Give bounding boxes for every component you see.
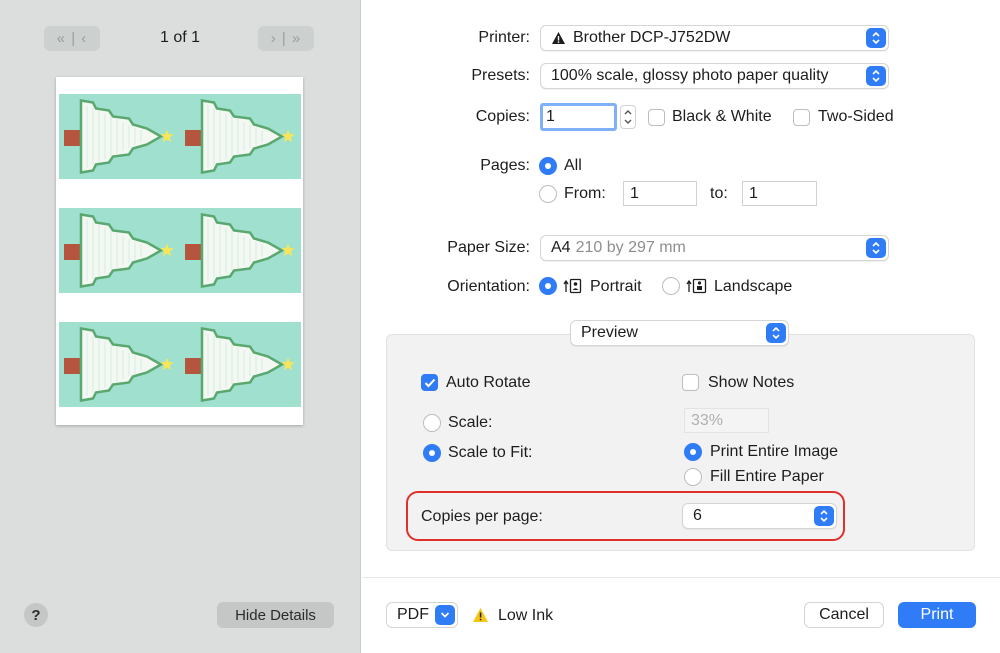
scale-to-fit-radio[interactable] — [423, 444, 441, 462]
warning-icon — [552, 32, 565, 44]
paper-size-value: A4 — [551, 239, 571, 256]
copies-per-page-value: 6 — [693, 507, 702, 524]
pdf-menu-button[interactable]: PDF — [386, 602, 458, 628]
tree-trunk — [185, 244, 202, 260]
show-notes-label: Show Notes — [708, 374, 795, 391]
presets-value: 100% scale, glossy photo paper quality — [551, 67, 829, 84]
section-menu-select[interactable]: Preview — [570, 320, 789, 346]
paper-size-detail: 210 by 297 mm — [575, 239, 686, 256]
cancel-button[interactable]: Cancel — [804, 602, 884, 628]
pages-all-label: All — [564, 157, 582, 174]
print-entire-image-radio[interactable] — [684, 443, 702, 461]
pages-from-label: From: — [564, 185, 606, 202]
portrait-icon — [563, 278, 582, 294]
copies-stepper[interactable] — [620, 105, 636, 129]
orientation-label: Orientation: — [447, 278, 530, 295]
section-menu-value: Preview — [581, 324, 638, 341]
two-sided-label: Two-Sided — [818, 108, 894, 125]
auto-rotate-label: Auto Rotate — [446, 374, 531, 391]
print-entire-image-label: Print Entire Image — [710, 443, 839, 460]
two-sided-checkbox[interactable] — [793, 109, 810, 126]
pages-from-radio[interactable] — [539, 185, 557, 203]
landscape-radio[interactable] — [662, 277, 680, 295]
low-ink-label: Low Ink — [498, 607, 554, 624]
pages-from-field[interactable]: 1 — [623, 181, 697, 206]
print-settings: Printer: Brother DCP-J752DW Presets: 100… — [362, 0, 1000, 653]
black-white-label: Black & White — [672, 108, 772, 125]
paper-size-label: Paper Size: — [447, 239, 530, 256]
black-white-checkbox[interactable] — [648, 109, 665, 126]
tree-thumbnail — [180, 94, 301, 179]
updown-chevron-icon — [866, 238, 886, 258]
show-notes-checkbox[interactable] — [682, 374, 699, 391]
scale-radio[interactable] — [423, 414, 441, 432]
help-button[interactable]: ? — [24, 603, 48, 627]
fill-entire-paper-radio[interactable] — [684, 468, 702, 486]
printer-value: Brother DCP-J752DW — [573, 29, 731, 46]
printer-label: Printer: — [478, 29, 530, 46]
tree-thumbnail — [59, 208, 180, 293]
updown-chevron-icon — [866, 28, 886, 48]
landscape-icon — [686, 278, 707, 294]
print-button[interactable]: Print — [898, 602, 976, 628]
checkmark-icon — [424, 378, 435, 387]
presets-select[interactable]: 100% scale, glossy photo paper quality — [540, 63, 889, 89]
page-preview — [56, 77, 303, 425]
fill-entire-paper-label: Fill Entire Paper — [710, 468, 824, 485]
double-chevron-left-icon: « | ‹ — [56, 30, 88, 47]
page-preview-canvas — [59, 94, 301, 407]
next-page-button[interactable]: › | » — [258, 26, 314, 51]
pdf-label: PDF — [397, 606, 429, 623]
scale-field[interactable]: 33% — [684, 408, 769, 433]
chevron-down-icon — [435, 605, 455, 625]
footer-divider — [362, 577, 1000, 578]
paper-size-select[interactable]: A4 210 by 297 mm — [540, 235, 889, 261]
copies-per-page-select[interactable]: 6 — [682, 503, 837, 529]
tree-trunk — [185, 358, 202, 374]
pages-to-field[interactable]: 1 — [742, 181, 817, 206]
tree-trunk — [64, 130, 81, 146]
landscape-label: Landscape — [714, 278, 793, 295]
auto-rotate-checkbox[interactable] — [421, 374, 438, 391]
tree-thumbnail — [59, 94, 180, 179]
low-ink-warning-icon — [473, 608, 488, 622]
portrait-label: Portrait — [590, 278, 642, 295]
presets-label: Presets: — [471, 67, 530, 84]
page-indicator: 1 of 1 — [159, 29, 201, 46]
updown-chevron-icon — [766, 323, 786, 343]
pages-all-radio[interactable] — [539, 157, 557, 175]
preview-pane: « | ‹ 1 of 1 › | » ? Hide Details — [0, 0, 361, 653]
tree-thumbnail — [180, 208, 301, 293]
copies-per-page-label: Copies per page: — [421, 508, 543, 525]
scale-to-fit-label: Scale to Fit: — [448, 444, 533, 461]
tree-trunk — [64, 358, 81, 374]
updown-chevron-icon — [866, 66, 886, 86]
tree-thumbnail — [180, 322, 301, 407]
double-chevron-right-icon: › | » — [270, 30, 302, 47]
printer-select[interactable]: Brother DCP-J752DW — [540, 25, 889, 51]
stepper-arrows-icon — [624, 110, 632, 124]
hide-details-button[interactable]: Hide Details — [217, 602, 334, 628]
portrait-radio[interactable] — [539, 277, 557, 295]
tree-trunk — [185, 130, 202, 146]
updown-chevron-icon — [814, 506, 834, 526]
pages-to-label: to: — [710, 185, 728, 202]
tree-thumbnail — [59, 322, 180, 407]
copies-field[interactable]: 1 — [540, 103, 617, 131]
scale-label: Scale: — [448, 414, 493, 431]
tree-trunk — [64, 244, 81, 260]
first-page-button[interactable]: « | ‹ — [44, 26, 100, 51]
pages-label: Pages: — [480, 157, 530, 174]
copies-label: Copies: — [475, 108, 530, 125]
